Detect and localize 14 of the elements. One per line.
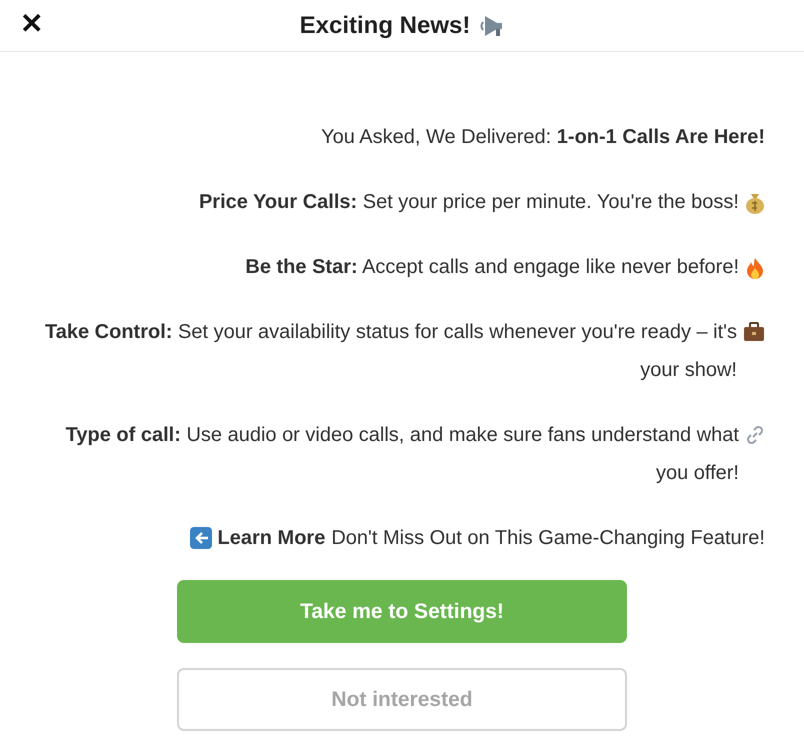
- flame-icon: [745, 257, 765, 279]
- feature-text: Take Control: Set your availability status for calls whenever you're ready – it's your show!: [44, 320, 737, 383]
- call-to-action-text: Don't Miss Out on This Game-Changing Feature!: [331, 526, 765, 551]
- feature-text: Price Your Calls: Set your price per minute. You're the boss!: [198, 190, 739, 215]
- briefcase-icon: [743, 322, 765, 342]
- feature-text: Be the Star: Accept calls and engage like never before!: [245, 255, 739, 280]
- feature-text: Type of call: Use audio or video calls, and make sure fans understand what you offer!: [64, 423, 739, 486]
- learn-more-link[interactable]: Learn More: [218, 519, 326, 557]
- intro-text: You Asked, We Delivered: 1-on-1 Calls Are Here!: [320, 125, 765, 150]
- megaphone-icon: [478, 14, 504, 36]
- close-button[interactable]: ✕: [20, 10, 43, 38]
- dialog-title: Exciting News!: [300, 10, 470, 40]
- money-bag-icon: [745, 192, 765, 214]
- link-icon: [745, 425, 765, 445]
